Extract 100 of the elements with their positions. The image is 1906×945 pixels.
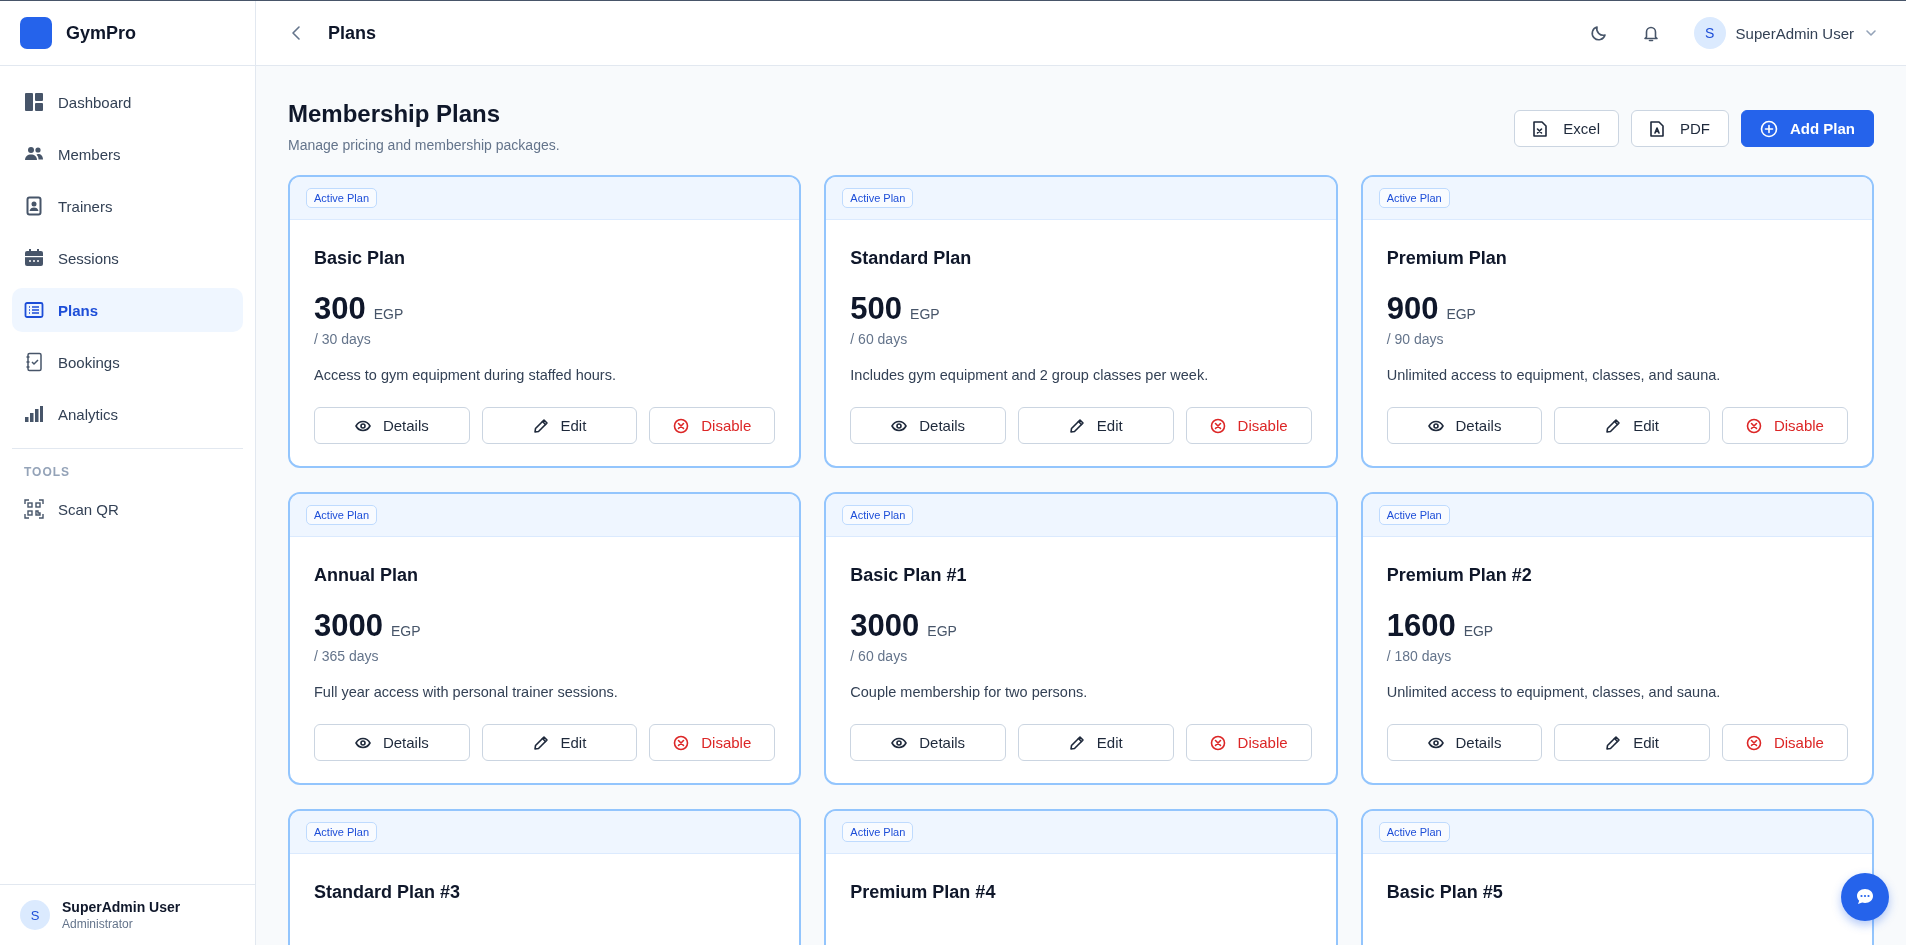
nav-item[interactable]: Plans <box>12 288 243 332</box>
section-label: TOOLS <box>23 464 72 479</box>
plan-description: Unlimited access to equipment, classes, and sauna. <box>1386 367 1722 383</box>
edit-button[interactable]: Edit <box>1017 407 1174 444</box>
details-button[interactable]: Details <box>1386 407 1543 444</box>
x-circle-icon <box>1745 417 1762 434</box>
x-circle-icon <box>673 417 690 434</box>
user-menu[interactable]: S SuperAdmin User <box>1693 17 1878 49</box>
edit-button[interactable]: Edit <box>481 724 638 761</box>
plan-period: / 365 days <box>314 648 380 664</box>
currency: EGP <box>910 306 940 322</box>
nav-item[interactable]: Sessions <box>12 236 243 280</box>
edit-button[interactable]: Edit <box>1554 724 1710 761</box>
currency: EGP <box>927 623 957 639</box>
pencil-icon <box>532 734 549 751</box>
chat-button[interactable] <box>1841 873 1889 921</box>
details-button[interactable]: Details <box>850 724 1006 761</box>
plan-description: Couple membership for two persons. <box>850 684 1089 700</box>
excel-file-icon <box>1533 120 1548 137</box>
status-badge: Active Plan <box>306 505 378 525</box>
plan-name: Premium Plan #4 <box>850 882 997 903</box>
nav-item[interactable]: Analytics <box>12 392 243 436</box>
nav-item[interactable]: Members <box>12 132 243 176</box>
nav-item[interactable]: Bookings <box>12 340 243 384</box>
status-badge: Active Plan <box>1378 505 1450 525</box>
plan-name: Annual Plan <box>314 565 419 586</box>
section-heading: Membership Plans <box>288 100 502 128</box>
pdf-button[interactable]: PDF <box>1631 110 1729 147</box>
pdf-file-icon <box>1650 120 1664 137</box>
status-badge: Active Plan <box>842 505 914 525</box>
edit-button[interactable]: Edit <box>1554 407 1710 444</box>
plan-period: / 30 days <box>314 331 372 347</box>
plan-name: Standard Plan <box>850 248 973 269</box>
edit-button[interactable]: Edit <box>1017 724 1174 761</box>
plan-name: Premium Plan <box>1386 248 1508 269</box>
x-circle-icon <box>1745 734 1762 751</box>
nav-item[interactable]: Dashboard <box>12 80 243 124</box>
plan-period: / 180 days <box>1386 648 1453 664</box>
plan-name: Basic Plan <box>314 248 407 269</box>
edit-button[interactable]: Edit <box>481 407 638 444</box>
disable-button[interactable]: Disable <box>649 407 776 444</box>
plan-price: 1600 <box>1386 608 1456 644</box>
status-badge: Active Plan <box>842 188 914 208</box>
status-badge: Active Plan <box>1378 822 1450 842</box>
nav-item[interactable]: Trainers <box>12 184 243 228</box>
disable-button[interactable]: Disable <box>1185 724 1312 761</box>
status-badge: Active Plan <box>1378 188 1450 208</box>
pencil-icon <box>532 417 549 434</box>
plan-description: Unlimited access to equipment, classes, and sauna. <box>1386 684 1722 700</box>
disable-button[interactable]: Disable <box>1185 407 1312 444</box>
plan-name: Basic Plan #5 <box>1386 882 1504 903</box>
plan-price: 3000 <box>314 608 383 644</box>
bell-icon[interactable] <box>1641 24 1660 42</box>
page-title: Plans <box>328 22 378 44</box>
disable-button[interactable]: Disable <box>649 724 776 761</box>
dashboard-icon <box>24 92 44 112</box>
details-button[interactable]: Details <box>314 724 470 761</box>
user-name: SuperAdmin User <box>1735 24 1854 42</box>
details-button[interactable]: Details <box>1386 724 1543 761</box>
qr-code-icon <box>24 499 44 519</box>
currency: EGP <box>1463 623 1494 639</box>
x-circle-icon <box>1209 417 1226 434</box>
user-avatar: S <box>1693 17 1726 49</box>
pencil-icon <box>1068 734 1085 751</box>
plus-circle-icon <box>1760 119 1778 138</box>
x-circle-icon <box>1209 734 1226 751</box>
status-badge: Active Plan <box>842 822 914 842</box>
plan-name: Standard Plan #3 <box>314 882 462 903</box>
bar-chart-icon <box>24 404 44 424</box>
disable-button[interactable]: Disable <box>1721 724 1848 761</box>
section-subtitle: Manage pricing and membership packages. <box>288 137 560 153</box>
pencil-icon <box>1605 734 1622 751</box>
list-icon <box>24 300 44 320</box>
plan-price: 3000 <box>850 608 920 644</box>
plan-period: / 60 days <box>850 331 909 347</box>
plan-period: / 90 days <box>1386 331 1445 347</box>
status-badge: Active Plan <box>306 822 378 842</box>
plan-description: Full year access with personal trainer sessions. <box>314 684 619 700</box>
details-button[interactable]: Details <box>314 407 470 444</box>
plan-price: 300 <box>314 291 366 327</box>
disable-button[interactable]: Disable <box>1721 407 1848 444</box>
x-circle-icon <box>673 734 690 751</box>
pencil-icon <box>1068 417 1085 434</box>
pencil-icon <box>1605 417 1622 434</box>
plan-description: Access to gym equipment during staffed hours. <box>314 367 617 383</box>
moon-icon[interactable] <box>1589 24 1608 42</box>
currency: EGP <box>373 306 404 322</box>
brand-name: GymPro <box>66 22 137 44</box>
details-button[interactable]: Details <box>850 407 1006 444</box>
plan-period: / 60 days <box>850 648 909 664</box>
currency: EGP <box>1446 306 1476 322</box>
add-button[interactable]: Add Plan <box>1741 110 1874 147</box>
excel-button[interactable]: Excel <box>1514 110 1619 147</box>
id-badge-icon <box>24 196 44 216</box>
plan-name: Basic Plan #1 <box>850 565 968 586</box>
plan-name: Premium Plan #2 <box>1386 565 1533 586</box>
plan-price: 500 <box>850 291 903 327</box>
user-avatar: S <box>20 900 50 930</box>
nav-item[interactable]: Scan QR <box>12 487 243 531</box>
user-name: SuperAdmin User <box>62 899 181 915</box>
